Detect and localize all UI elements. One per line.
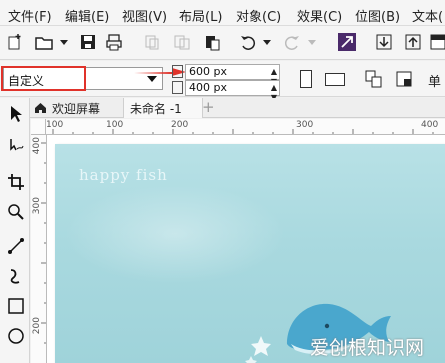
page-width-field[interactable]: 600 px ▲▼: [185, 64, 280, 86]
star-icon: [251, 336, 271, 356]
print-icon[interactable]: [104, 31, 124, 53]
crop-tool-icon[interactable]: [5, 170, 27, 194]
ruler-h-label: 200: [171, 120, 189, 130]
home-icon: [35, 103, 46, 113]
units-label: 单: [428, 75, 442, 90]
toolbox: [0, 98, 30, 363]
ruler-v-label: 200: [32, 317, 42, 335]
freehand-tool-icon[interactable]: [5, 234, 27, 258]
paste-icon[interactable]: [202, 31, 222, 53]
menu-file[interactable]: 文件(F): [8, 6, 52, 25]
menu-effects[interactable]: 效果(C): [297, 6, 342, 25]
tab-welcome-label: 欢迎屏幕: [52, 102, 101, 116]
import-icon[interactable]: [374, 31, 394, 53]
ruler-origin[interactable]: [31, 119, 46, 135]
undo-dropdown-icon[interactable]: [257, 31, 277, 53]
menu-edit[interactable]: 编辑(E): [65, 6, 109, 25]
redo-icon[interactable]: [282, 31, 302, 53]
search-content-icon[interactable]: [337, 31, 357, 53]
add-tab-button[interactable]: +: [199, 98, 219, 118]
standard-toolbar: [0, 26, 445, 60]
redo-dropdown-icon[interactable]: [302, 31, 322, 53]
document-page[interactable]: happy fish: [55, 144, 445, 363]
rectangle-tool-icon[interactable]: [5, 294, 27, 318]
drawing-workspace[interactable]: happy fish: [47, 135, 445, 363]
page-height-value: 400 px: [189, 81, 227, 94]
ellipse-tool-icon[interactable]: [5, 324, 27, 348]
ruler-h-label: 100: [46, 120, 64, 130]
horizontal-ruler[interactable]: 100 100 200 300 400: [46, 119, 445, 135]
open-icon[interactable]: [34, 31, 54, 53]
ruler-h-label: 100: [106, 120, 124, 130]
menu-layout[interactable]: 布局(L): [179, 6, 222, 25]
zoom-tool-icon[interactable]: [5, 200, 27, 224]
pick-tool-icon[interactable]: [5, 102, 27, 126]
menu-text[interactable]: 文本(: [412, 6, 443, 25]
page-height-icon: [172, 81, 183, 94]
ruler-v-label: 400: [32, 137, 42, 155]
landscape-icon[interactable]: [325, 73, 345, 86]
current-page-icon[interactable]: [394, 68, 414, 90]
watermark-text: 爱创根知识网: [310, 337, 425, 359]
copy-icon[interactable]: [172, 31, 192, 53]
shape-tool-icon[interactable]: [5, 134, 27, 158]
document-tabs: 欢迎屏幕 未命名 -1 +: [30, 98, 445, 118]
vertical-ruler[interactable]: 400 300 200: [31, 135, 47, 363]
menu-bar: 文件(F) 编辑(E) 视图(V) 布局(L) 对象(C) 效果(C) 位图(B…: [0, 0, 445, 26]
save-icon[interactable]: [78, 31, 98, 53]
property-bar: 自定义 600 px ▲▼ 400 px ▲▼ 单: [0, 61, 445, 102]
ruler-v-label: 300: [32, 197, 42, 215]
highlight-box: [1, 66, 86, 91]
cut-icon[interactable]: [142, 31, 162, 53]
new-icon[interactable]: [5, 31, 25, 53]
ruler-h-label: 300: [296, 120, 314, 130]
page-width-icon: [172, 65, 183, 78]
page-height-field[interactable]: 400 px ▲▼: [185, 80, 280, 102]
star-icon: [245, 356, 257, 363]
ruler-h-label: 400: [421, 120, 439, 130]
menu-view[interactable]: 视图(V): [122, 6, 167, 25]
artistic-media-tool-icon[interactable]: [5, 264, 27, 288]
export-icon[interactable]: [403, 31, 423, 53]
menu-bitmaps[interactable]: 位图(B): [355, 6, 400, 25]
publish-pdf-icon[interactable]: [428, 31, 445, 53]
undo-icon[interactable]: [238, 31, 258, 53]
tab-welcome[interactable]: 欢迎屏幕: [30, 98, 120, 118]
tab-document[interactable]: 未命名 -1: [123, 98, 203, 118]
tab-document-label: 未命名 -1: [130, 102, 182, 116]
page-width-value: 600 px: [189, 65, 227, 78]
page-artwork: [65, 184, 391, 363]
portrait-icon[interactable]: [300, 70, 312, 88]
all-pages-icon[interactable]: [364, 68, 384, 90]
open-dropdown-icon[interactable]: [54, 31, 74, 53]
menu-object[interactable]: 对象(C): [236, 6, 281, 25]
